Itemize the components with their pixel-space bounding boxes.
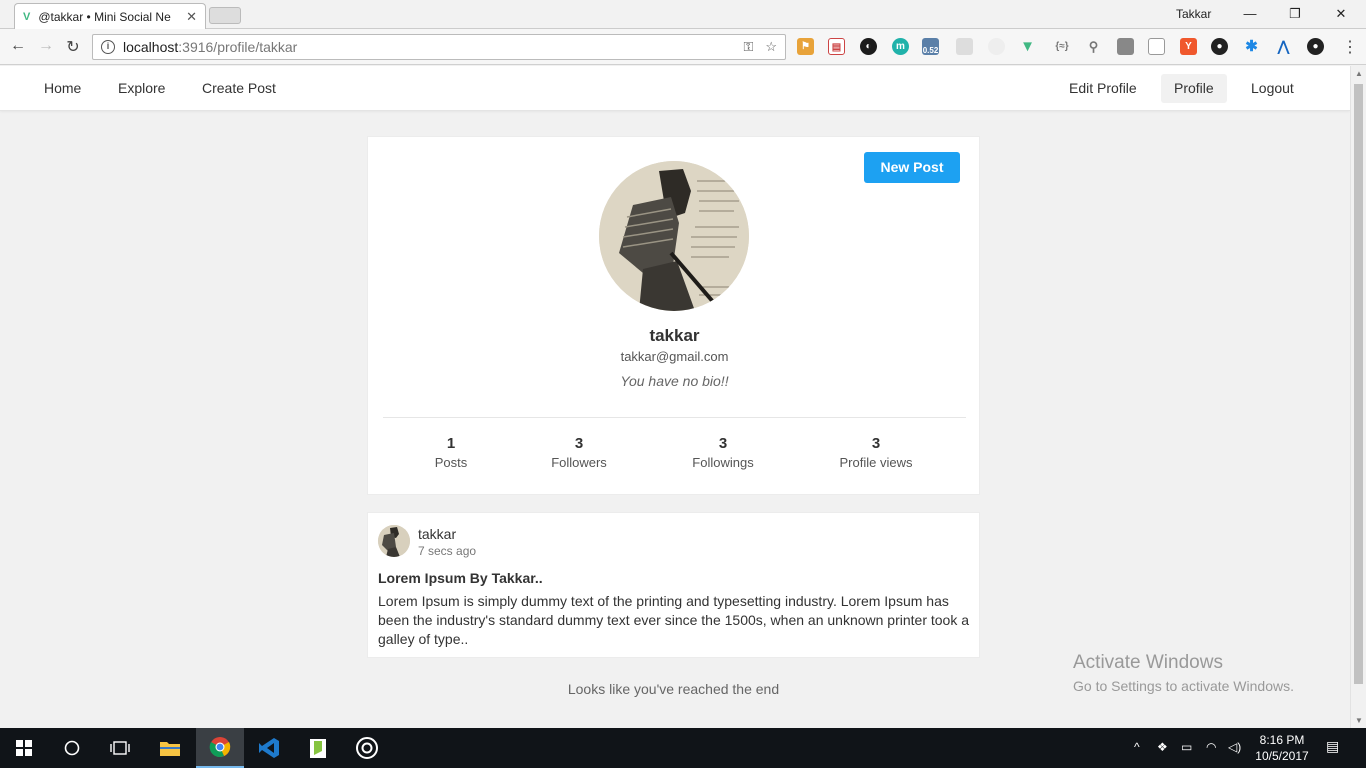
wifi-icon[interactable]: ◠ bbox=[1206, 740, 1216, 754]
address-bar[interactable]: i localhost:3916/profile/takkar ⚿ ☆ bbox=[92, 34, 786, 60]
extension-icon[interactable]: ✱ bbox=[1243, 38, 1260, 55]
cortana-search-icon[interactable] bbox=[48, 728, 96, 768]
profile-username: takkar bbox=[649, 326, 700, 345]
back-icon[interactable]: ← bbox=[8, 37, 28, 55]
windows-activation-watermark: Activate Windows Go to Settings to activ… bbox=[1073, 652, 1294, 694]
url-host: localhost bbox=[123, 39, 179, 55]
profile-bio: You have no bio!! bbox=[620, 373, 729, 389]
nav-edit-profile[interactable]: Edit Profile bbox=[1059, 74, 1147, 103]
stat-posts[interactable]: 1 Posts bbox=[381, 435, 521, 470]
divider bbox=[383, 417, 966, 418]
post-author-avatar[interactable] bbox=[378, 525, 410, 557]
vue-favicon-icon: V bbox=[23, 11, 31, 23]
browser-profile-name[interactable]: Takkar bbox=[1176, 7, 1211, 21]
vscode-taskbar-icon[interactable] bbox=[245, 728, 293, 768]
browser-tab-strip: V @takkar • Mini Social Ne ✕ Takkar — ❐ … bbox=[0, 0, 1366, 30]
scroll-down-icon[interactable]: ▼ bbox=[1355, 716, 1363, 725]
file-explorer-icon[interactable] bbox=[146, 728, 194, 768]
samurai-illustration-icon bbox=[378, 525, 410, 557]
extension-icon[interactable]: Y bbox=[1180, 38, 1197, 55]
browser-toolbar: ← → ↻ i localhost:3916/profile/takkar ⚿ … bbox=[0, 29, 1366, 65]
extension-icon[interactable]: ⚑ bbox=[797, 38, 814, 55]
nav-explore[interactable]: Explore bbox=[108, 74, 175, 103]
chrome-menu-icon[interactable]: ⋮ bbox=[1342, 37, 1358, 57]
extension-icon[interactable] bbox=[1148, 38, 1165, 55]
url-path: :3916/profile/takkar bbox=[178, 39, 298, 55]
volume-icon[interactable]: ◁) bbox=[1228, 740, 1241, 754]
nav-home[interactable]: Home bbox=[34, 74, 91, 103]
tab-title: @takkar • Mini Social Ne bbox=[38, 10, 171, 24]
minimize-icon[interactable]: — bbox=[1240, 4, 1260, 24]
json-extension-icon[interactable]: {≈} bbox=[1050, 38, 1074, 55]
stat-value: 3 bbox=[871, 435, 881, 452]
clock-date: 10/5/2017 bbox=[1255, 749, 1309, 763]
battery-icon[interactable]: ▭ bbox=[1181, 740, 1192, 754]
notepad-plus-icon[interactable] bbox=[294, 728, 342, 768]
forward-icon[interactable]: → bbox=[36, 37, 56, 55]
nav-create-post[interactable]: Create Post bbox=[192, 74, 286, 103]
chrome-taskbar-icon[interactable] bbox=[196, 728, 244, 768]
restore-icon[interactable]: ❐ bbox=[1285, 4, 1305, 24]
taskbar-clock[interactable]: 8:16 PM 10/5/2017 bbox=[1252, 732, 1312, 764]
stat-followers[interactable]: 3 Followers bbox=[509, 435, 649, 470]
dropbox-icon[interactable]: ❖ bbox=[1157, 740, 1168, 754]
app-taskbar-icon[interactable] bbox=[343, 728, 391, 768]
extension-icon[interactable] bbox=[956, 38, 973, 55]
nav-logout[interactable]: Logout bbox=[1241, 74, 1304, 103]
clock-time: 8:16 PM bbox=[1259, 733, 1305, 747]
stat-value: 3 bbox=[718, 435, 728, 452]
close-window-icon[interactable]: ✕ bbox=[1331, 4, 1351, 24]
stat-value: 1 bbox=[446, 435, 456, 452]
page-viewport: Home Explore Create Post Edit Profile Pr… bbox=[0, 66, 1350, 728]
browser-tab[interactable]: V @takkar • Mini Social Ne ✕ bbox=[14, 3, 206, 30]
new-tab-button[interactable] bbox=[209, 7, 241, 24]
extension-icon[interactable]: ▤ bbox=[828, 38, 845, 55]
profile-card: New Post takkar takkar@gmail.com You hav… bbox=[367, 136, 980, 495]
stat-label: Posts bbox=[434, 455, 468, 470]
stat-followings[interactable]: 3 Followings bbox=[653, 435, 793, 470]
samurai-illustration-icon bbox=[599, 161, 749, 311]
github-icon[interactable]: ● bbox=[1307, 38, 1324, 55]
scroll-up-icon[interactable]: ▲ bbox=[1355, 69, 1363, 78]
windows-taskbar: ^ ❖ ▭ ◠ ◁) 8:16 PM 10/5/2017 ▤ bbox=[0, 728, 1366, 768]
search-extension-icon[interactable]: ⚲ bbox=[1085, 38, 1102, 55]
stat-label: Profile views bbox=[839, 455, 913, 470]
post-title: Lorem Ipsum By Takkar.. bbox=[378, 570, 543, 586]
windows-start-icon[interactable] bbox=[0, 728, 48, 768]
notifications-icon[interactable]: ▤ bbox=[1326, 738, 1339, 755]
stat-label: Followings bbox=[692, 455, 754, 470]
avatar bbox=[599, 161, 749, 311]
extension-icon[interactable] bbox=[1117, 38, 1134, 55]
github-icon[interactable]: ● bbox=[1211, 38, 1228, 55]
stat-label: Followers bbox=[551, 455, 607, 470]
close-tab-icon[interactable]: ✕ bbox=[186, 9, 197, 25]
profile-email: takkar@gmail.com bbox=[620, 349, 729, 364]
bookmark-star-icon[interactable]: ☆ bbox=[765, 39, 777, 55]
end-of-feed-message: Looks like you've reached the end bbox=[567, 681, 780, 697]
task-view-icon[interactable] bbox=[96, 728, 144, 768]
post-body: Lorem Ipsum is simply dummy text of the … bbox=[378, 593, 970, 647]
page-scrollbar[interactable]: ▲ ▼ bbox=[1350, 66, 1366, 728]
post-timestamp: 7 secs ago bbox=[418, 544, 477, 558]
stat-profile-views: 3 Profile views bbox=[806, 435, 946, 470]
vue-devtools-icon[interactable]: ▼ bbox=[1019, 38, 1036, 55]
extension-badge-icon[interactable]: 0.52 bbox=[922, 38, 939, 55]
extension-icon[interactable] bbox=[988, 38, 1005, 55]
new-post-button[interactable]: New Post bbox=[864, 152, 960, 183]
watermark-title: Activate Windows bbox=[1073, 652, 1223, 673]
scrollbar-thumb[interactable] bbox=[1354, 84, 1363, 684]
info-icon[interactable]: i bbox=[101, 40, 115, 54]
watermark-subtitle: Go to Settings to activate Windows. bbox=[1073, 678, 1294, 694]
app-navbar: Home Explore Create Post Edit Profile Pr… bbox=[0, 66, 1350, 111]
stat-value: 3 bbox=[574, 435, 584, 452]
post-card: takkar 7 secs ago Lorem Ipsum By Takkar.… bbox=[367, 512, 980, 658]
reload-icon[interactable]: ↻ bbox=[63, 37, 83, 57]
show-hidden-icons-icon[interactable]: ^ bbox=[1134, 740, 1140, 754]
nav-profile[interactable]: Profile bbox=[1161, 74, 1227, 103]
key-icon[interactable]: ⚿ bbox=[743, 39, 753, 55]
extension-icon[interactable]: ◐ bbox=[860, 38, 877, 55]
extension-icon[interactable]: m bbox=[892, 38, 909, 55]
post-author[interactable]: takkar bbox=[418, 526, 456, 542]
extension-icon[interactable]: ⋀ bbox=[1275, 38, 1292, 55]
